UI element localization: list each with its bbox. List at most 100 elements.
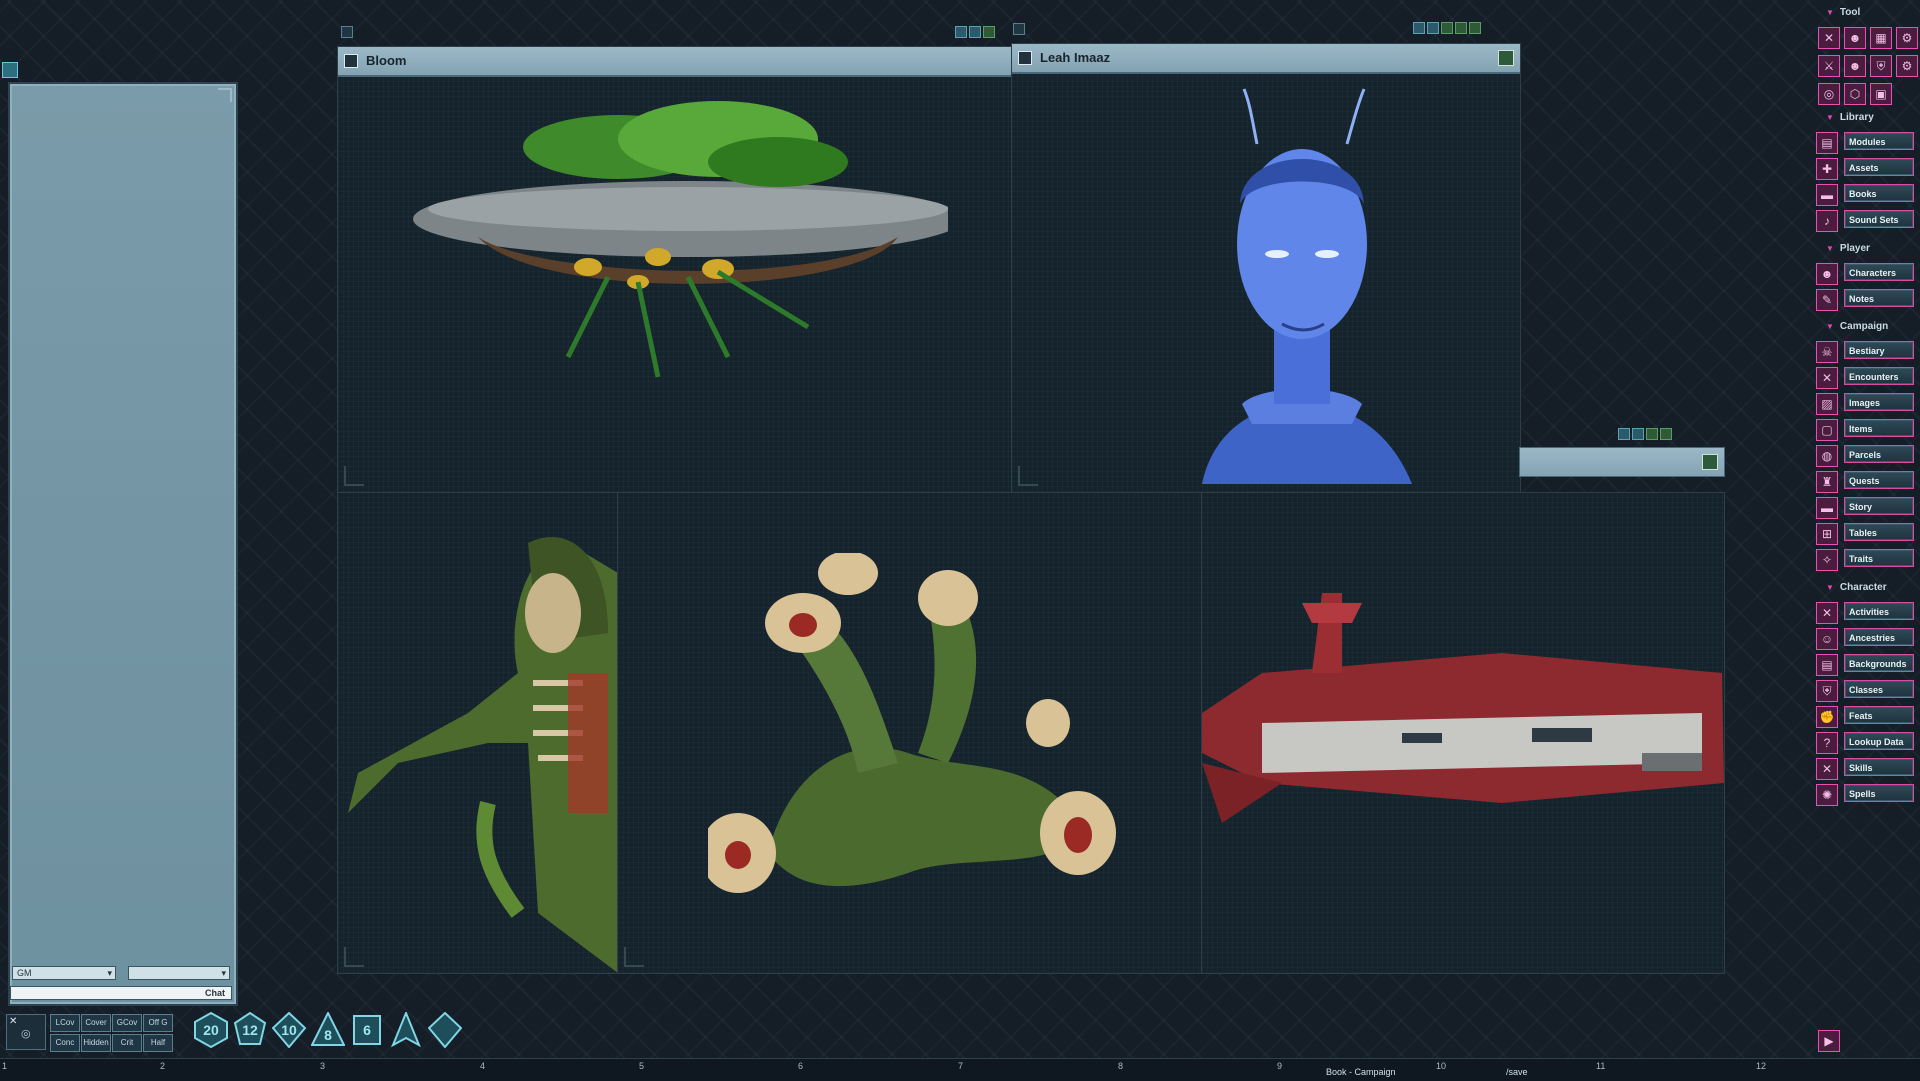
hotkey-slot[interactable]: 1 [2, 1061, 7, 1071]
hotkey-slot[interactable]: 4 [480, 1061, 485, 1071]
link-icon[interactable] [1018, 51, 1032, 65]
modifier-gcov-button[interactable]: GCov [112, 1014, 142, 1032]
settings-icon[interactable]: ⚙ [1896, 27, 1918, 49]
close-icon[interactable] [1469, 22, 1481, 34]
target-icon[interactable]: ◎ [1818, 83, 1840, 105]
section-library[interactable]: Library [1826, 112, 1874, 123]
share-icon[interactable] [1427, 22, 1439, 34]
user-icon[interactable]: ☻ [1844, 27, 1866, 49]
modifier-hidden-button[interactable]: Hidden [81, 1034, 111, 1052]
hotkey-slot[interactable]: 2 [160, 1061, 165, 1071]
starship-window[interactable] [1201, 492, 1725, 974]
chat-input[interactable]: Chat [10, 986, 232, 1000]
grid-icon[interactable]: ▣ [1870, 83, 1892, 105]
sidebar-item-ancestries[interactable]: ☺Ancestries [1816, 627, 1916, 649]
sidebar-item-feats[interactable]: ✊Feats [1816, 705, 1916, 727]
save-hotkey[interactable]: /save [1506, 1067, 1528, 1077]
chat-language-select[interactable]: ▾ [128, 966, 230, 980]
link-icon[interactable] [344, 54, 358, 68]
lock-icon[interactable] [955, 26, 967, 38]
sidebar-item-story[interactable]: ▬Story [1816, 496, 1916, 518]
modifier-conc-button[interactable]: Conc [50, 1034, 80, 1052]
modifier-lcov-button[interactable]: LCov [50, 1014, 80, 1032]
sidebar-item-bestiary[interactable]: ☠Bestiary [1816, 340, 1916, 362]
modifier-box[interactable]: ✕ ◎ [6, 1014, 46, 1050]
hotkey-slot[interactable]: 8 [1118, 1061, 1123, 1071]
sidebar-item-assets[interactable]: ✚Assets [1816, 157, 1916, 179]
leah-imaaz-titlebar[interactable]: Leah Imaaz [1012, 44, 1520, 74]
sidebar-item-parcels[interactable]: ◍Parcels [1816, 444, 1916, 466]
modifier-half-button[interactable]: Half [143, 1034, 173, 1052]
share-icon[interactable] [1702, 454, 1718, 470]
close-icon[interactable] [1646, 428, 1658, 440]
close-icon[interactable] [1441, 22, 1453, 34]
sidebar-item-skills[interactable]: ✕Skills [1816, 757, 1916, 779]
share-icon[interactable] [1632, 428, 1644, 440]
sidebar-item-items[interactable]: ▢Items [1816, 418, 1916, 440]
dice-icon[interactable]: ⬡ [1844, 83, 1866, 105]
share-icon[interactable] [969, 26, 981, 38]
die-d12[interactable]: 12 [233, 1012, 267, 1048]
menu-icon[interactable] [2, 62, 18, 78]
die-d6[interactable]: 6 [350, 1012, 384, 1048]
resize-corner[interactable] [1018, 466, 1038, 486]
hotkey-slot[interactable]: 9 [1277, 1061, 1282, 1071]
hotkey-slot[interactable]: 11 [1596, 1061, 1605, 1071]
die-d8[interactable]: 8 [311, 1012, 345, 1048]
link-icon[interactable] [1013, 23, 1025, 35]
sidebar-item-backgrounds[interactable]: ▤Backgrounds [1816, 653, 1916, 675]
die-d4[interactable]: 4 [389, 1012, 423, 1048]
bloom-window[interactable]: Bloom [337, 46, 1013, 493]
sidebar-item-notes[interactable]: ✎Notes [1816, 288, 1916, 310]
chat-window[interactable] [8, 82, 238, 1006]
sidebar-item-tables[interactable]: ⊞Tables [1816, 522, 1916, 544]
section-player[interactable]: Player [1826, 243, 1870, 254]
modifier-cover-button[interactable]: Cover [81, 1014, 111, 1032]
close-icon[interactable] [983, 26, 995, 38]
play-icon[interactable]: ▶ [1818, 1030, 1840, 1052]
section-tool[interactable]: Tool [1826, 7, 1860, 18]
leah-imaaz-window[interactable]: Leah Imaaz [1011, 43, 1521, 493]
sidebar-item-traits[interactable]: ✧Traits [1816, 548, 1916, 570]
sidebar-item-sound-sets[interactable]: ♪Sound Sets [1816, 209, 1916, 231]
chat-identity-select[interactable]: GM ▾ [12, 966, 116, 980]
hotkey-slot[interactable]: 5 [639, 1061, 644, 1071]
sidebar-item-classes[interactable]: ⛨Classes [1816, 679, 1916, 701]
sidebar-item-activities[interactable]: ✕Activities [1816, 601, 1916, 623]
gear-icon[interactable]: ⚙ [1896, 55, 1918, 77]
worm-creature-window[interactable] [617, 492, 1203, 974]
close-icon[interactable] [1660, 428, 1672, 440]
close-icon[interactable] [1455, 22, 1467, 34]
close-icon[interactable]: ✕ [1818, 27, 1840, 49]
hotkey-slot[interactable]: 3 [320, 1061, 325, 1071]
sidebar-item-spells[interactable]: ✺Spells [1816, 783, 1916, 805]
sidebar-item-quests[interactable]: ♜Quests [1816, 470, 1916, 492]
resize-corner[interactable] [344, 466, 364, 486]
resize-corner[interactable] [624, 947, 644, 967]
die-d10[interactable]: 10 [272, 1012, 306, 1048]
user-icon[interactable]: ☻ [1844, 55, 1866, 77]
die-percentile[interactable]: % [428, 1012, 462, 1048]
sidebar-item-modules[interactable]: ▤Modules [1816, 131, 1916, 153]
book-mode-status[interactable]: Book - Campaign [1326, 1067, 1396, 1077]
sidebar-item-lookup-data[interactable]: ?Lookup Data [1816, 731, 1916, 753]
resize-corner[interactable] [218, 88, 232, 102]
modifier-crit-button[interactable]: Crit [112, 1034, 142, 1052]
hotkey-slot[interactable]: 6 [798, 1061, 803, 1071]
modifier-offg-button[interactable]: Off G [143, 1014, 173, 1032]
lock-icon[interactable] [1413, 22, 1425, 34]
sidebar-item-images[interactable]: ▨Images [1816, 392, 1916, 414]
sword-icon[interactable]: ⚔ [1818, 55, 1840, 77]
section-character[interactable]: Character [1826, 582, 1887, 593]
die-d20[interactable]: 20 [194, 1012, 228, 1048]
creature-window[interactable] [337, 492, 619, 974]
sidebar-item-encounters[interactable]: ✕Encounters [1816, 366, 1916, 388]
lock-icon[interactable] [1618, 428, 1630, 440]
bloom-titlebar[interactable]: Bloom [338, 47, 1012, 77]
close-icon[interactable]: ✕ [9, 1016, 17, 1027]
hotkey-slot[interactable]: 12 [1756, 1061, 1766, 1071]
calendar-icon[interactable]: ▦ [1870, 27, 1892, 49]
untitled-window-titlebar[interactable] [1519, 447, 1725, 477]
hotkey-slot[interactable]: 10 [1436, 1061, 1446, 1071]
shield-icon[interactable]: ⛨ [1870, 55, 1892, 77]
